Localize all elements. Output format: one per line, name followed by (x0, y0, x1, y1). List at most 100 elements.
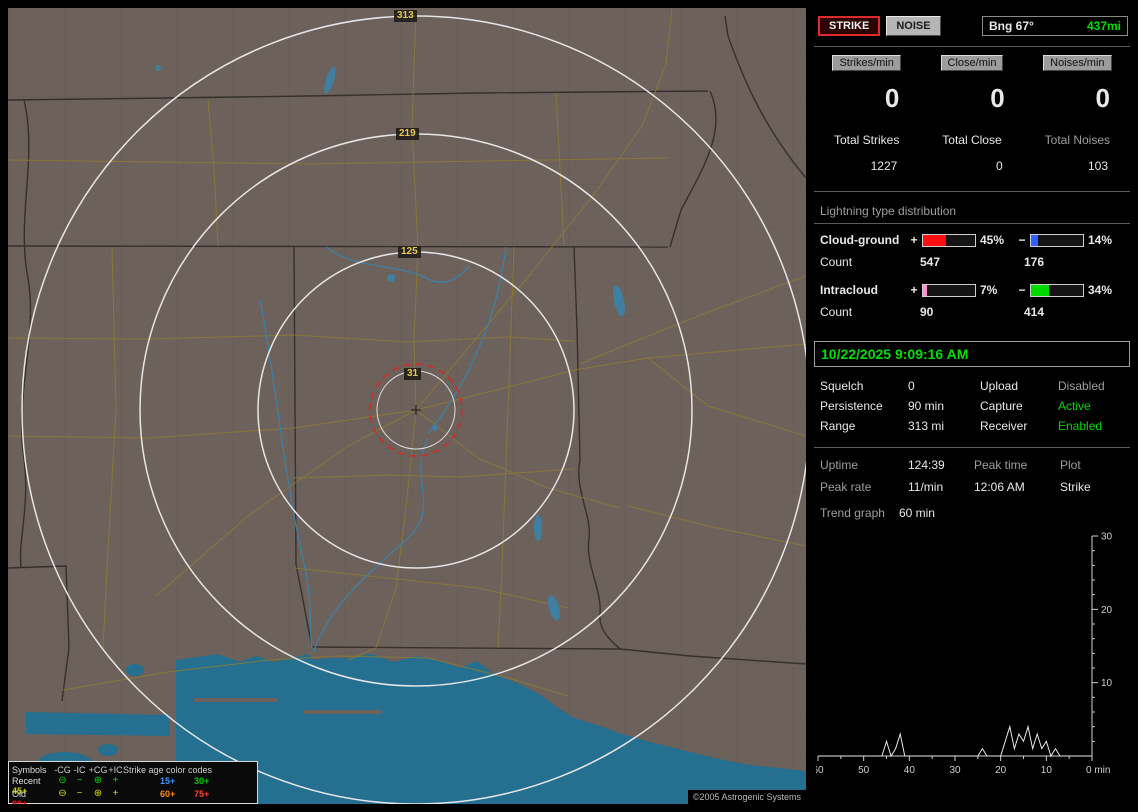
upload-label: Upload (980, 379, 1019, 393)
persistence-value: 90 min (908, 399, 945, 413)
legend-recent-row: Recent ⊖ − ⊕ + 15+ 30+ 45+ (9, 775, 257, 797)
uptime-label: Uptime (820, 458, 859, 472)
noises-per-min-button[interactable]: Noises/min (1043, 55, 1112, 71)
total-noises-label: Total Noises (1044, 133, 1111, 147)
cloud-ground-label: Cloud-ground (820, 233, 900, 247)
peak-rate-label: Peak rate (820, 480, 872, 494)
legend-header-row: Symbols -CG -IC +CG +IC Strike age color… (9, 763, 257, 776)
persistence-label: Persistence (820, 399, 883, 413)
age-60: 60+ (160, 789, 176, 799)
ring-label-219: 219 (396, 128, 419, 140)
recent-neg-ic-icon: − (76, 775, 83, 786)
ic-negative-count: 414 (1024, 305, 1045, 319)
range-value: 313 mi (908, 419, 945, 433)
bearing-label: Bng 67° (989, 19, 1034, 33)
intracloud-label: Intracloud (820, 283, 879, 297)
cg-negative-bar (1030, 233, 1084, 247)
cg-negative-pct: 14% (1088, 233, 1113, 247)
svg-text:20: 20 (995, 765, 1007, 776)
svg-text:10: 10 (1041, 765, 1053, 776)
totals-values: 1227 0 103 (814, 155, 1130, 173)
svg-text:20: 20 (1101, 605, 1113, 616)
legend-col-neg-ic: -IC (73, 764, 86, 775)
cloud-ground-count-row: Count 547 176 (820, 255, 1130, 269)
total-close-value: 0 (995, 159, 1003, 173)
noises-per-min-value: 0 (1095, 83, 1110, 113)
rate-counter-values: 0 0 0 (814, 79, 1130, 113)
legend-old-row: Old ⊖ − ⊕ + 60+ 75+ 90+ (9, 788, 257, 805)
legend-old-label: Old (12, 789, 27, 799)
strikes-per-min-value: 0 (884, 83, 900, 113)
ic-positive-count: 90 (920, 305, 934, 319)
peak-time-label: Peak time (974, 458, 1028, 472)
old-pos-ic-icon: + (112, 788, 119, 799)
receiver-status: Enabled (1058, 419, 1103, 433)
svg-text:60: 60 (816, 765, 824, 776)
cg-positive-pct: 45% (980, 233, 1005, 247)
old-neg-ic-icon: − (76, 788, 83, 799)
strikes-per-min-button[interactable]: Strikes/min (832, 55, 901, 71)
receiver-label: Receiver (980, 419, 1028, 433)
count-label: Count (820, 255, 853, 269)
strike-mode-button[interactable]: STRIKE (818, 16, 881, 36)
minus-sign: − (1018, 233, 1026, 247)
separator (814, 191, 1130, 192)
peak-rate-value: 11/min (908, 480, 944, 494)
bearing-display: Bng 67° 437mi (982, 16, 1128, 36)
age-30: 30+ (194, 776, 210, 786)
rate-counter-labels: Strikes/min Close/min Noises/min (814, 55, 1130, 71)
old-neg-cg-icon: ⊖ (58, 788, 67, 799)
ic-positive-bar (922, 283, 976, 297)
stats-grid: Uptime 124:39 Peak time Plot Peak rate 1… (820, 458, 1130, 494)
ic-negative-pct: 34% (1088, 283, 1113, 297)
close-per-min-button[interactable]: Close/min (940, 55, 1004, 71)
plot-label: Plot (1060, 458, 1081, 472)
legend-recent-label: Recent (12, 776, 41, 786)
count-label: Count (820, 305, 853, 319)
plus-sign: + (910, 283, 918, 297)
copyright-text: ©2005 Astrogenic Systems (687, 790, 806, 804)
minus-sign: − (1018, 283, 1026, 297)
strike-legend: Symbols -CG -IC +CG +IC Strike age color… (8, 761, 258, 804)
ic-positive-pct: 7% (980, 283, 998, 297)
svg-text:0 min: 0 min (1086, 765, 1110, 776)
plus-sign: + (910, 233, 918, 247)
noise-mode-button[interactable]: NOISE (886, 16, 941, 36)
old-pos-cg-icon: ⊕ (93, 788, 103, 799)
total-strikes-value: 1227 (870, 159, 898, 173)
legend-symbols-title: Symbols (12, 764, 47, 775)
recent-pos-cg-icon: ⊕ (93, 775, 103, 786)
svg-text:30: 30 (949, 765, 961, 776)
capture-status: Active (1058, 399, 1091, 413)
lightning-map[interactable]: 313 219 125 31 Symbols -CG -IC +CG +IC S… (8, 8, 806, 804)
bearing-distance: 437mi (1086, 19, 1121, 33)
svg-text:40: 40 (904, 765, 916, 776)
ring-label-313: 313 (394, 10, 417, 22)
uptime-value: 124:39 (908, 458, 945, 472)
ring-label-31: 31 (404, 368, 422, 380)
datetime-display: 10/22/2025 9:09:16 AM (814, 341, 1130, 367)
totals-labels: Total Strikes Total Close Total Noises (814, 121, 1130, 147)
status-panel: STRIKE NOISE Bng 67° 437mi Strikes/min C… (814, 8, 1130, 804)
upload-status: Disabled (1058, 379, 1105, 393)
plot-value: Strike (1060, 480, 1091, 494)
cloud-ground-row: Cloud-ground + 45% − 14% (820, 233, 1130, 247)
close-per-min-value: 0 (990, 83, 1005, 113)
recent-pos-ic-icon: + (112, 775, 119, 786)
cg-positive-count: 547 (920, 255, 941, 269)
recent-neg-cg-icon: ⊖ (58, 775, 67, 786)
trend-graph-header: Trend graph 60 min (820, 506, 1130, 520)
age-15: 15+ (160, 776, 176, 786)
trend-window-value: 60 min (898, 506, 935, 520)
cg-negative-count: 176 (1024, 255, 1045, 269)
squelch-label: Squelch (820, 379, 864, 393)
intracloud-count-row: Count 90 414 (820, 305, 1130, 319)
squelch-value: 0 (908, 379, 915, 393)
cg-positive-bar (922, 233, 976, 247)
age-75: 75+ (194, 789, 210, 799)
legend-col-pos-cg: +CG (88, 764, 108, 775)
svg-text:10: 10 (1101, 678, 1113, 689)
trend-graph-label: Trend graph (820, 506, 885, 520)
legend-col-pos-ic: +IC (108, 764, 123, 775)
peak-time-value: 12:06 AM (974, 480, 1025, 494)
